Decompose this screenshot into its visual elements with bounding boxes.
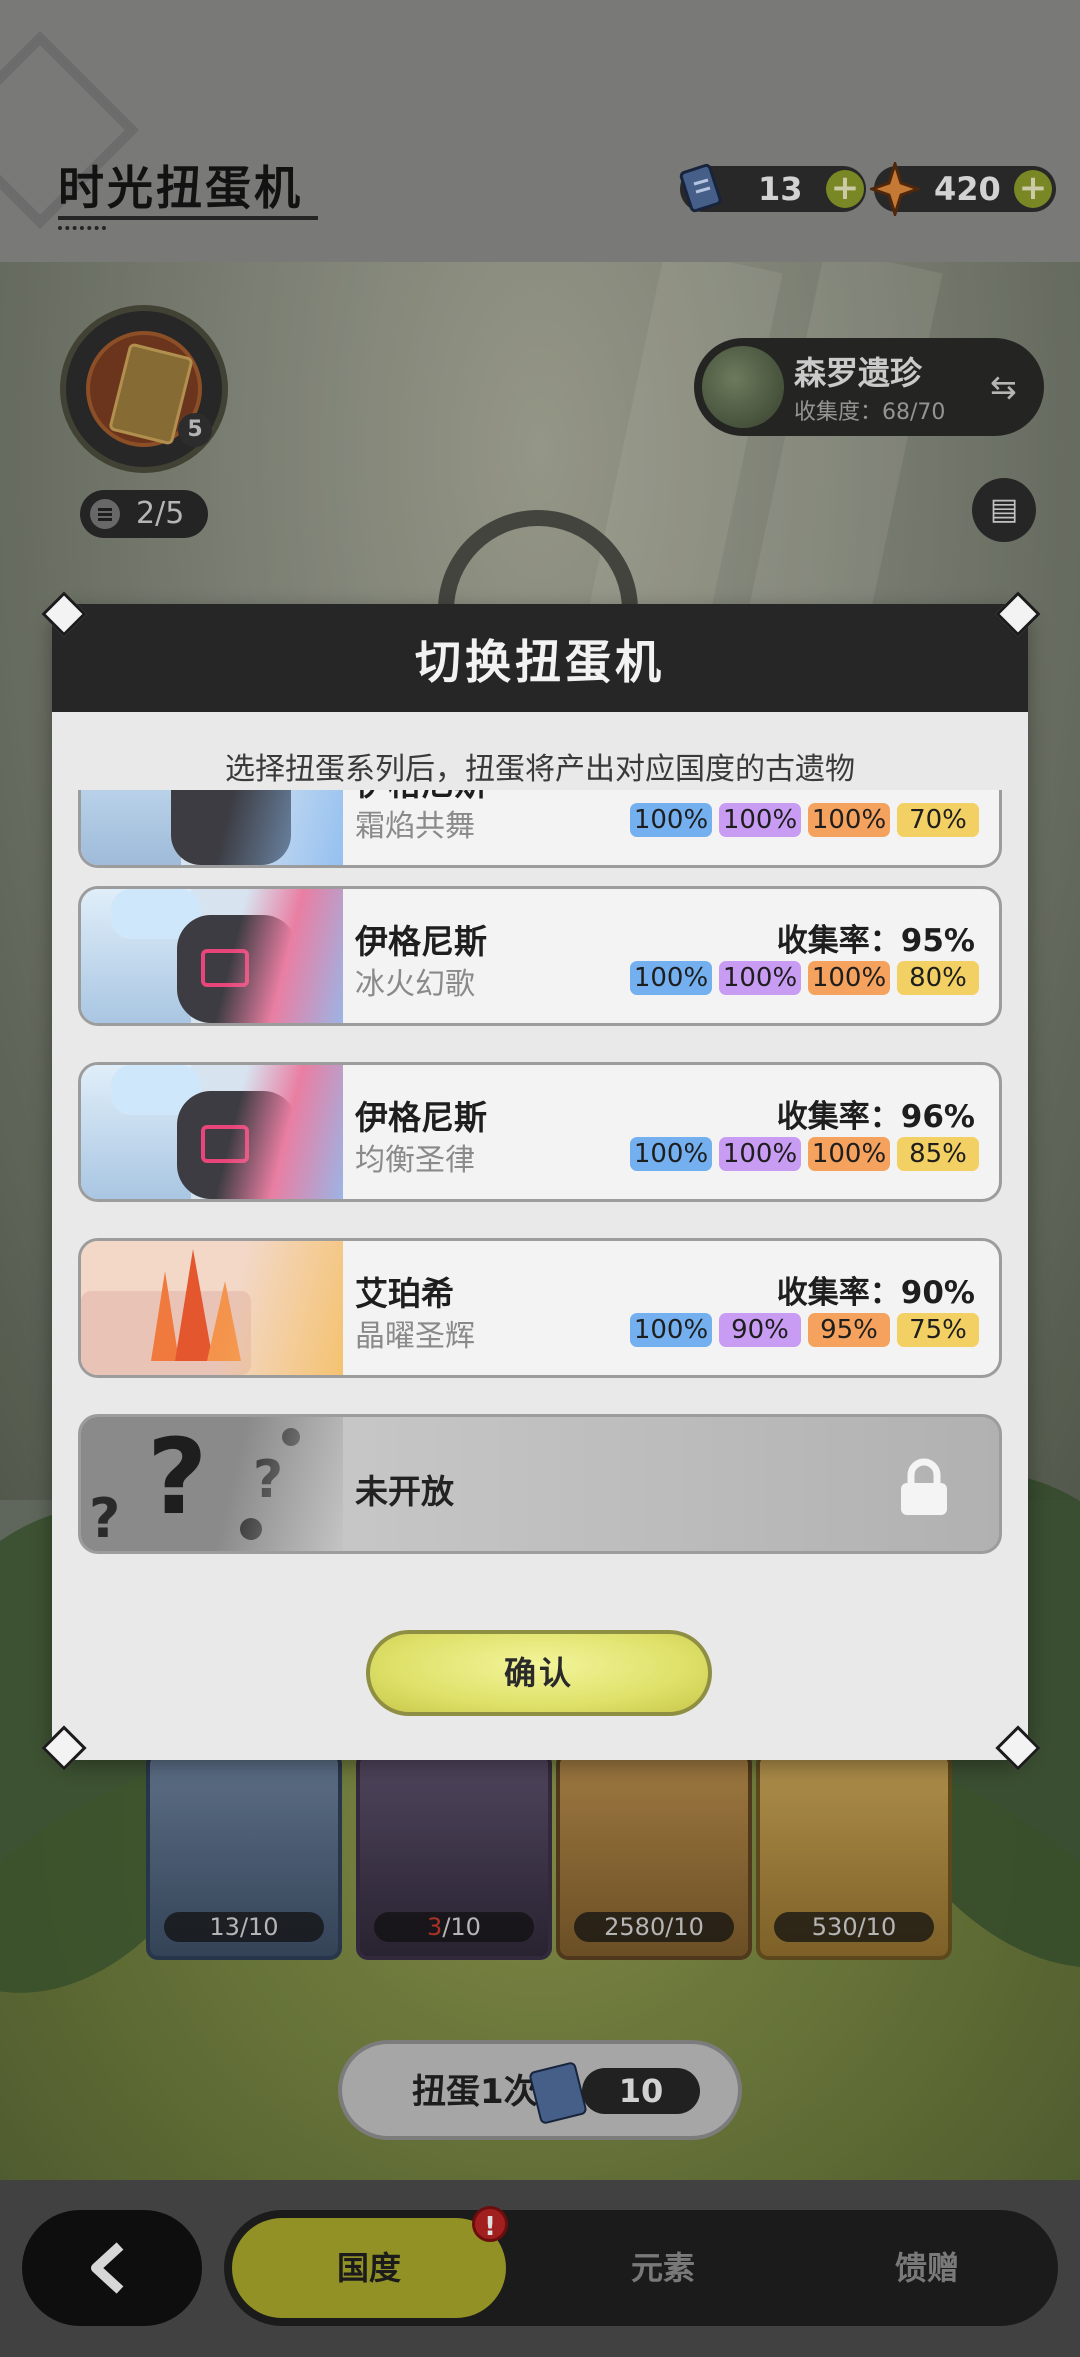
element-rates: 100% 100% 100% 80% — [623, 961, 979, 999]
row-title: 艾珀希 — [355, 1274, 454, 1313]
row-artwork — [81, 790, 343, 865]
row-artwork — [81, 889, 343, 1023]
rate-chip-4: 80% — [897, 961, 979, 995]
rate-chip-3: 100% — [808, 803, 890, 837]
row-title: 伊格尼斯 — [355, 1098, 487, 1137]
row-title: 伊格尼斯 — [355, 922, 487, 961]
rate-chip-1: 100% — [630, 1137, 712, 1171]
machine-row-locked: ? ? ? 未开放 — [78, 1414, 1002, 1554]
svg-text:?: ? — [147, 1417, 207, 1538]
row-artwork: ? ? ? — [81, 1417, 343, 1551]
element-rates: 100% 100% 100% 85% — [623, 1137, 979, 1175]
machine-row[interactable]: 艾珀希 晶曜圣辉 收集率：90% 100% 90% 95% 75% — [78, 1238, 1002, 1378]
rate-chip-3: 100% — [808, 961, 890, 995]
locked-label: 未开放 — [355, 1472, 454, 1511]
rate-chip-4: 70% — [897, 803, 979, 837]
rate-chip-3: 95% — [808, 1313, 890, 1347]
row-collect-rate: 收集率：90% — [776, 1275, 975, 1311]
machine-row[interactable]: 伊格尼斯 冰火幻歌 收集率：95% 100% 100% 100% 80% — [78, 886, 1002, 1026]
rate-chip-4: 75% — [897, 1313, 979, 1347]
dialog-title: 切换扭蛋机 — [415, 635, 665, 689]
rate-chip-1: 100% — [630, 961, 712, 995]
machine-row[interactable]: 伊格尼斯 均衡圣律 收集率：96% 100% 100% 100% 85% — [78, 1062, 1002, 1202]
row-subtitle: 晶曜圣辉 — [355, 1319, 475, 1354]
rate-chip-2: 100% — [719, 803, 801, 837]
row-collect-rate: 收集率：95% — [776, 923, 975, 959]
dialog-subtitle: 选择扭蛋系列后，扭蛋将产出对应国度的古遗物 — [225, 752, 855, 787]
element-rates: 100% 90% 95% 75% — [623, 1313, 979, 1351]
rate-chip-2: 90% — [719, 1313, 801, 1347]
row-artwork — [81, 1065, 343, 1199]
row-subtitle: 冰火幻歌 — [355, 967, 475, 1002]
row-subtitle: 霜焰共舞 — [355, 809, 475, 844]
machine-list[interactable]: 伊格尼斯 霜焰共舞 100%100%100%70% 伊格尼斯 冰火幻歌 收集率：… — [78, 790, 1002, 1588]
machine-row[interactable]: 伊格尼斯 霜焰共舞 100%100%100%70% — [78, 790, 1002, 868]
rate-chip-1: 100% — [630, 803, 712, 837]
rate-chip-1: 100% — [630, 1313, 712, 1347]
rate-chip-4: 85% — [897, 1137, 979, 1171]
rate-chip-3: 100% — [808, 1137, 890, 1171]
row-subtitle: 均衡圣律 — [355, 1143, 475, 1178]
svg-text:?: ? — [89, 1487, 120, 1550]
rate-chip-2: 100% — [719, 961, 801, 995]
rate-chip-2: 100% — [719, 1137, 801, 1171]
confirm-button[interactable]: 确认 — [366, 1630, 712, 1716]
row-collect-rate: 收集率：96% — [776, 1099, 975, 1135]
switch-machine-dialog: 切换扭蛋机 选择扭蛋系列后，扭蛋将产出对应国度的古遗物 伊格尼斯 霜焰共舞 10… — [52, 604, 1028, 1760]
lock-icon — [901, 1458, 947, 1515]
element-rates: 100% 100% 100% 70% — [623, 803, 979, 841]
row-artwork — [81, 1241, 343, 1375]
